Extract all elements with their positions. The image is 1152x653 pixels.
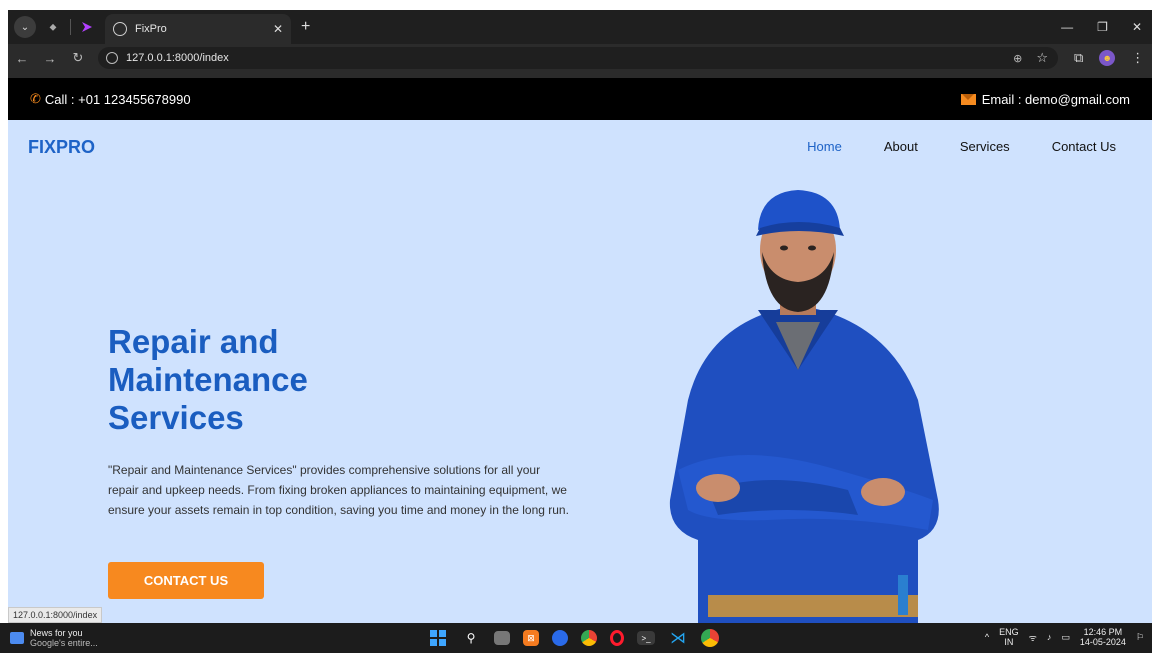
zoom-icon[interactable]: ⊕ — [1013, 52, 1022, 65]
globe-icon — [113, 22, 127, 36]
battery-icon[interactable]: ▭ — [1061, 632, 1070, 643]
new-tab-button[interactable]: + — [301, 18, 310, 36]
contact-top-bar: ✆ Call : +01 123455678990 Email : demo@g… — [8, 78, 1152, 120]
call-info[interactable]: ✆ Call : +01 123455678990 — [30, 91, 191, 107]
extension-chevron-icon[interactable] — [79, 19, 95, 35]
contact-us-button[interactable]: CONTACT US — [108, 562, 264, 599]
site-logo[interactable]: FIXPRO — [28, 137, 95, 158]
tab-search-icon[interactable]: ⌄ — [14, 16, 36, 38]
web-page: ✆ Call : +01 123455678990 Email : demo@g… — [8, 78, 1152, 623]
back-icon[interactable]: ← — [8, 51, 36, 66]
nav-services[interactable]: Services — [960, 139, 1010, 154]
lang-bottom: IN — [1004, 637, 1014, 647]
clock[interactable]: 12:46 PM 14-05-2024 — [1080, 627, 1126, 647]
blue-app-icon[interactable] — [552, 630, 568, 646]
hero-description: "Repair and Maintenance Services" provid… — [108, 463, 569, 517]
address-bar[interactable]: 127.0.0.1:8000/index ⊕ ☆ — [98, 47, 1058, 69]
bookmark-star-icon[interactable]: ☆ — [1036, 50, 1048, 66]
windows-start-icon[interactable] — [428, 628, 448, 648]
lang-top: ENG — [999, 627, 1019, 637]
news-text: News for you Google's entire... — [30, 628, 98, 648]
news-widget[interactable]: News for you Google's entire... — [10, 628, 98, 648]
taskbar-apps: ⚲ ⊠ >_ ⋊ — [428, 628, 719, 648]
hero-title: Repair and Maintenance Services — [108, 323, 428, 437]
tab-title: FixPro — [135, 23, 167, 35]
clock-date: 14-05-2024 — [1079, 637, 1126, 647]
main-nav: Home About Services Contact Us — [807, 139, 1116, 154]
nav-home[interactable]: Home — [807, 139, 842, 154]
email-text: Email : demo@gmail.com — [981, 91, 1130, 107]
menu-kebab-icon[interactable]: ⋮ — [1131, 50, 1144, 66]
profile-avatar-icon[interactable]: ☻ — [1099, 50, 1116, 66]
window-close-icon[interactable]: ✕ — [1132, 20, 1142, 34]
chrome-alt-icon[interactable] — [701, 629, 719, 647]
hero-section: FIXPRO Home About Services Contact Us Re… — [8, 120, 1152, 623]
news-title: News for you — [30, 628, 83, 638]
repairman-image — [669, 190, 939, 623]
email-info[interactable]: Email : demo@gmail.com — [960, 91, 1130, 107]
xampp-icon[interactable]: ⊠ — [523, 630, 539, 646]
os-taskbar: News for you Google's entire... ⚲ ⊠ >_ ⋊… — [0, 623, 1152, 653]
nav-contact-us[interactable]: Contact Us — [1052, 139, 1116, 154]
terminal-icon[interactable]: >_ — [637, 631, 655, 645]
system-tray: ^ ENG IN ᯤ ♪ ▭ 12:46 PM 14-05-2024 ⚐ — [985, 627, 1144, 647]
opera-icon[interactable] — [610, 630, 624, 646]
url-text: 127.0.0.1:8000/index — [126, 52, 229, 64]
chrome-icon[interactable] — [581, 630, 597, 646]
vscode-icon[interactable]: ⋊ — [668, 628, 688, 648]
notification-icon[interactable]: ⚐ — [1136, 632, 1144, 643]
extensions-puzzle-icon[interactable]: ⧉ — [1074, 50, 1083, 66]
search-icon[interactable]: ⚲ — [461, 628, 481, 648]
language-indicator[interactable]: ENG IN — [999, 627, 1019, 647]
hero-title-line: Maintenance — [108, 361, 308, 398]
browser-tab-bar: ⌄ ⬥ FixPro ✕ + — ❐ ✕ — [8, 10, 1152, 44]
hero-title-line: Repair and — [108, 323, 279, 360]
close-icon[interactable]: ✕ — [273, 22, 283, 36]
window-controls: — ❐ ✕ — [1061, 20, 1152, 34]
news-icon — [10, 632, 24, 644]
volume-icon[interactable]: ♪ — [1047, 632, 1052, 642]
restore-icon[interactable]: ❐ — [1097, 20, 1108, 34]
task-view-icon[interactable] — [494, 631, 510, 645]
status-bar-url: 127.0.0.1:8000/index — [8, 607, 103, 623]
screen-margin — [0, 0, 1152, 10]
forward-icon[interactable]: → — [36, 51, 64, 66]
tab-group-icon[interactable]: ⬥ — [44, 18, 62, 36]
tab-separator — [70, 19, 71, 35]
wifi-icon[interactable]: ᯤ — [1029, 631, 1037, 644]
minimize-icon[interactable]: — — [1061, 20, 1073, 34]
reload-icon[interactable]: ↻ — [64, 50, 92, 66]
call-text: Call : +01 123455678990 — [44, 91, 191, 107]
hero-title-line: Services — [108, 399, 244, 436]
browser-tab[interactable]: FixPro ✕ — [105, 14, 291, 44]
browser-toolbar: ← → ↻ 127.0.0.1:8000/index ⊕ ☆ ⧉ ☻ ⋮ — [8, 44, 1152, 72]
news-subtitle: Google's entire... — [30, 638, 98, 648]
tray-chevron-up-icon[interactable]: ^ — [985, 632, 989, 642]
clock-time: 12:46 PM — [1083, 627, 1123, 637]
mail-icon — [960, 93, 976, 105]
nav-about[interactable]: About — [884, 139, 918, 154]
site-info-icon[interactable] — [106, 52, 118, 64]
phone-icon: ✆ — [30, 91, 41, 106]
